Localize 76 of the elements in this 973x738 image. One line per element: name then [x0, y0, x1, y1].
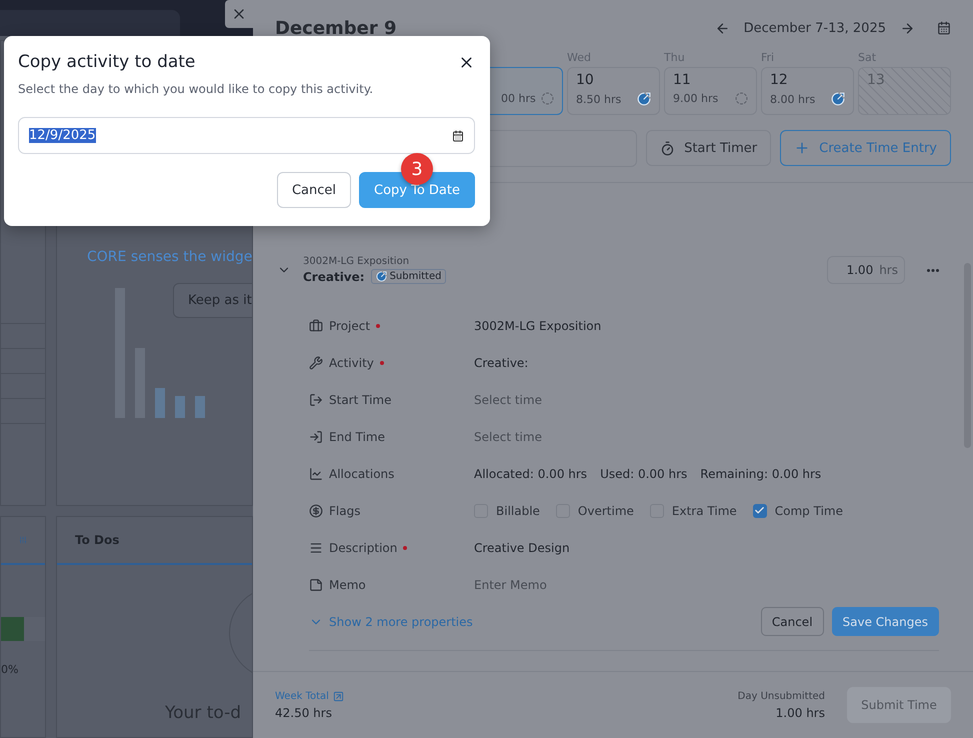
calendar-button[interactable] [937, 21, 951, 35]
day-card[interactable]: 12 8.00 hrs [761, 67, 854, 115]
property-label: Start Time [329, 392, 392, 406]
property-label: End Time [329, 430, 385, 444]
entry-activity: Creative: [303, 270, 365, 284]
check-icon [754, 505, 766, 516]
day-total: 1.00 hrs [776, 706, 825, 720]
property-icon [309, 466, 323, 480]
allocation-stat: Remaining: 0.00 hrs [700, 466, 822, 480]
property-icon [309, 578, 323, 592]
previous-week-button[interactable] [714, 20, 730, 36]
checkbox-label: Extra Time [672, 504, 737, 518]
more-options-button[interactable] [927, 268, 939, 272]
week-total-link[interactable]: Week Total [275, 690, 344, 702]
day-number: 11 [673, 72, 692, 90]
keep-button[interactable]: Keep as it [173, 283, 252, 318]
show-more-link[interactable]: Show 2 more properties [309, 614, 473, 628]
property-icon [309, 430, 323, 444]
property-label: Project [329, 318, 370, 332]
day-card[interactable]: 10 8.50 hrs [567, 67, 660, 115]
todos-title: To Dos [75, 533, 120, 547]
day-unsubmitted-label: Day Unsubmitted [738, 690, 825, 702]
property-label: Activity [329, 356, 374, 370]
property-label: Allocations [329, 466, 394, 480]
external-link-icon [332, 690, 344, 702]
chart-bar [175, 396, 185, 418]
widget-banner-text: CORE senses the widge [87, 249, 252, 265]
chart-bar [155, 388, 165, 418]
checkbox[interactable] [752, 504, 767, 518]
status-badge: Submitted [370, 269, 446, 284]
progress-percent: 0% [1, 663, 18, 676]
cancel-button[interactable]: Cancel [760, 607, 824, 636]
week-range: December 7-13, 2025 [744, 20, 886, 36]
property-value: 3002M-LG Exposition [474, 318, 602, 332]
day-hours: 9.00 hrs [673, 92, 718, 105]
next-week-button[interactable] [900, 20, 915, 36]
property-label: Memo [329, 578, 366, 592]
property-icon [309, 392, 323, 406]
day-hours: 00 hrs [501, 92, 536, 105]
checkbox-label: Billable [496, 504, 540, 518]
property-icon [309, 540, 323, 554]
day-hours: 8.00 hrs [770, 92, 816, 106]
property-value: Creative: [474, 356, 528, 370]
week-total: 42.50 hrs [275, 706, 332, 720]
property-value: Creative Design [474, 540, 570, 554]
property-label: Description [329, 540, 398, 554]
submitted-icon [376, 271, 387, 282]
drawer-title: December 9 [275, 18, 397, 38]
property-label: Flags [329, 504, 360, 518]
checkbox-label: Overtime [578, 504, 634, 518]
dialog-description: Select the day to which you would like to copy this activity. [18, 82, 374, 96]
dialog-title: Copy activity to date [18, 52, 196, 72]
create-time-entry-button[interactable]: Create Time Entry [780, 130, 951, 166]
checkbox-label: Comp Time [774, 504, 843, 518]
calendar-icon[interactable] [452, 130, 464, 142]
more-icon [927, 268, 939, 272]
stopwatch-icon [660, 140, 676, 156]
start-timer-button[interactable]: Start Timer [646, 130, 772, 166]
entry-project: 3002M-LG Exposition [303, 256, 410, 267]
property-icon [309, 504, 323, 518]
day-number: 12 [770, 72, 789, 90]
cancel-button[interactable]: Cancel [276, 172, 351, 208]
property-icon [309, 318, 323, 332]
allocation-stat: Used: 0.00 hrs [600, 466, 688, 480]
allocation-stat: Allocated: 0.00 hrs [474, 466, 588, 480]
hours-field[interactable]: 1.00 hrs [827, 256, 905, 284]
day-card[interactable]: 11 9.00 hrs [664, 67, 757, 115]
property-icon [309, 356, 323, 370]
save-changes-button[interactable]: Save Changes [832, 607, 939, 636]
day-hours: 8.50 hrs [576, 92, 622, 106]
property-field[interactable]: Select time [474, 392, 542, 406]
chart-bar [195, 396, 205, 418]
property-field[interactable]: Select time [474, 430, 542, 444]
date-field[interactable]: 12/9/2025 [18, 117, 475, 154]
property-field[interactable]: Enter Memo [474, 578, 547, 592]
day-number: 10 [576, 72, 595, 90]
